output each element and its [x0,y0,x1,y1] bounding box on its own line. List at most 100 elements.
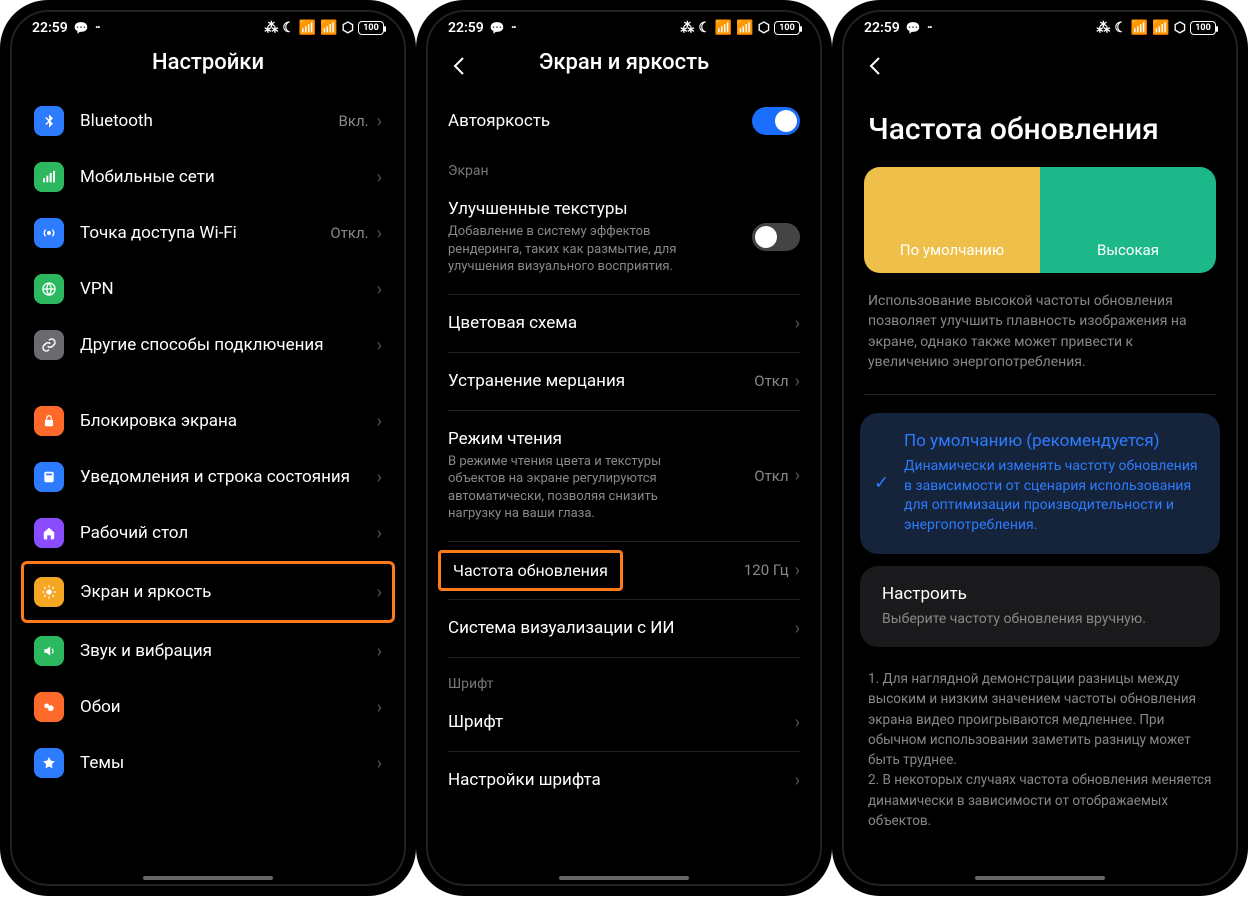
vpn-icon [34,274,64,304]
row-label: Точка доступа Wi-Fi [80,223,330,243]
page-title: Частота обновления [842,92,1238,167]
row-title: Шрифт [448,712,795,732]
chevron-right-icon: › [377,411,382,432]
display-row-r5[interactable]: Система визуализации с ИИ› [426,604,822,653]
chevron-right-icon: › [795,465,800,486]
hotspot-icon [34,218,64,248]
bluetooth-icon [34,106,64,136]
settings-list: BluetoothВкл.›Мобильные сети›Точка досту… [10,93,406,373]
row-value: Откл [754,467,788,485]
signal2-icon: 📶 [1152,20,1169,36]
row-label: Другие способы подключения [80,335,377,355]
display-row-refresh[interactable]: Частота обновления 120 Гц › [426,546,822,595]
chevron-right-icon: › [377,111,382,132]
row-title: Режим чтения [448,429,754,449]
settings-row-net-2[interactable]: Точка доступа Wi-FiОткл.› [24,205,392,261]
display-row-r2[interactable]: Устранение мерцанияОткл› [426,357,822,406]
chevron-right-icon: › [795,770,800,791]
bluetooth-icon: ⁂ [1096,20,1110,36]
option-custom-title: Настроить [882,584,1202,604]
statusbar: 22:59 💬 ·· ⁂ ☾ 📶 📶 ⬡ 100 [426,10,822,40]
page-title: Экран и яркость [444,50,804,75]
display-row-r3[interactable]: Режим чтенияВ режиме чтения цвета и текс… [426,415,822,537]
chevron-right-icon: › [377,641,382,662]
seg-high[interactable]: Высокая [1040,167,1216,273]
row-label: Обои [80,697,377,717]
row-title: Частота обновления [438,550,623,591]
option-custom-card[interactable]: Настроить Выберите частоту обновления вр… [860,566,1220,648]
bluetooth-icon: ⁂ [680,20,694,36]
settings-row-net-4[interactable]: Другие способы подключения› [24,317,392,373]
chevron-right-icon: › [795,313,800,334]
settings-row-net-3[interactable]: VPN› [24,261,392,317]
row-label: Bluetooth [80,111,339,131]
status-time: 22:59 [448,20,484,36]
screen-rows: Улучшенные текстурыДобавление в систему … [426,185,822,653]
status-right: ⁂ ☾ 📶 📶 ⬡ 100 [264,20,384,36]
statusbar: 22:59 💬 ·· ⁂ ☾ 📶 📶 ⬡ 100 [10,10,406,40]
phone-refresh-rate: 22:59 💬 ·· ⁂ ☾ 📶 📶 ⬡ 100 Частота обновле… [832,0,1248,896]
status-right: ⁂ ☾ 📶 📶 ⬡ 100 [680,20,800,36]
chevron-right-icon: › [377,335,382,356]
refresh-rate-segmented: По умолчанию Высокая [864,167,1216,273]
signal-icon: 📶 [299,20,316,36]
chevron-right-icon: › [377,223,382,244]
row-value: 120 Гц [744,561,789,579]
settings-row-net-1[interactable]: Мобильные сети› [24,149,392,205]
option-default-card[interactable]: ✓ По умолчанию (рекомендуется) Динамичес… [860,413,1220,553]
settings-row-net-0[interactable]: BluetoothВкл.› [24,93,392,149]
row-title: Система визуализации с ИИ [448,618,795,638]
chevron-right-icon: › [377,582,382,603]
settings-row-sys-6[interactable]: Темы› [24,735,392,791]
dnd-icon: ☾ [282,20,295,36]
display-row-f0[interactable]: Шрифт› [426,698,822,747]
more-icon: ·· [511,20,515,36]
settings-row-sys-5[interactable]: Обои› [24,679,392,735]
page-title: Настройки [28,50,388,75]
row-label: Блокировка экрана [80,411,377,431]
chevron-right-icon: › [795,560,800,581]
more-icon: ·· [927,20,931,36]
battery-icon: 100 [1190,21,1216,35]
back-button[interactable] [448,54,472,82]
wifi-icon: ⬡ [758,20,770,36]
wifi-icon: ⬡ [342,20,354,36]
row-title: Настройки шрифта [448,770,795,790]
option-default-title: По умолчанию (рекомендуется) [904,431,1202,451]
display-row-f1[interactable]: Настройки шрифта› [426,756,822,805]
font-rows: Шрифт›Настройки шрифта› [426,698,822,805]
chevron-right-icon: › [377,523,382,544]
check-icon: ✓ [874,473,889,494]
wifi-icon: ⬡ [1174,20,1186,36]
chat-icon: 💬 [490,21,505,35]
battery-icon: 100 [358,21,384,35]
battery-icon: 100 [774,21,800,35]
signal-icon [34,162,64,192]
home-indicator[interactable] [559,876,689,880]
settings-row-sys-2[interactable]: Рабочий стол› [24,505,392,561]
status-time: 22:59 [32,20,68,36]
settings-row-sys-0[interactable]: Блокировка экрана› [24,393,392,449]
header: Экран и яркость [426,40,822,93]
autobrightness-row[interactable]: Автояркость [426,93,822,149]
more-icon: ·· [95,20,99,36]
settings-row-sys-1[interactable]: Уведомления и строка состояния› [24,449,392,505]
display-row-r1[interactable]: Цветовая схема› [426,299,822,348]
settings-row-sys-4[interactable]: Звук и вибрация› [24,623,392,679]
lock-icon [34,406,64,436]
row-toggle[interactable] [752,223,800,251]
row-label: Темы [80,753,377,773]
themes-icon [34,748,64,778]
link-icon [34,330,64,360]
seg-default[interactable]: По умолчанию [864,167,1040,273]
home-indicator[interactable] [975,876,1105,880]
chevron-right-icon: › [795,618,800,639]
wallpaper-icon [34,692,64,722]
home-indicator[interactable] [143,876,273,880]
back-button[interactable] [864,54,888,82]
settings-row-sys-3[interactable]: Экран и яркость› [21,561,395,623]
autobrightness-toggle[interactable] [752,107,800,135]
row-label: Мобильные сети [80,167,377,187]
display-row-r0[interactable]: Улучшенные текстурыДобавление в систему … [426,185,822,290]
statusbar: 22:59 💬 ·· ⁂ ☾ 📶 📶 ⬡ 100 [842,10,1238,40]
